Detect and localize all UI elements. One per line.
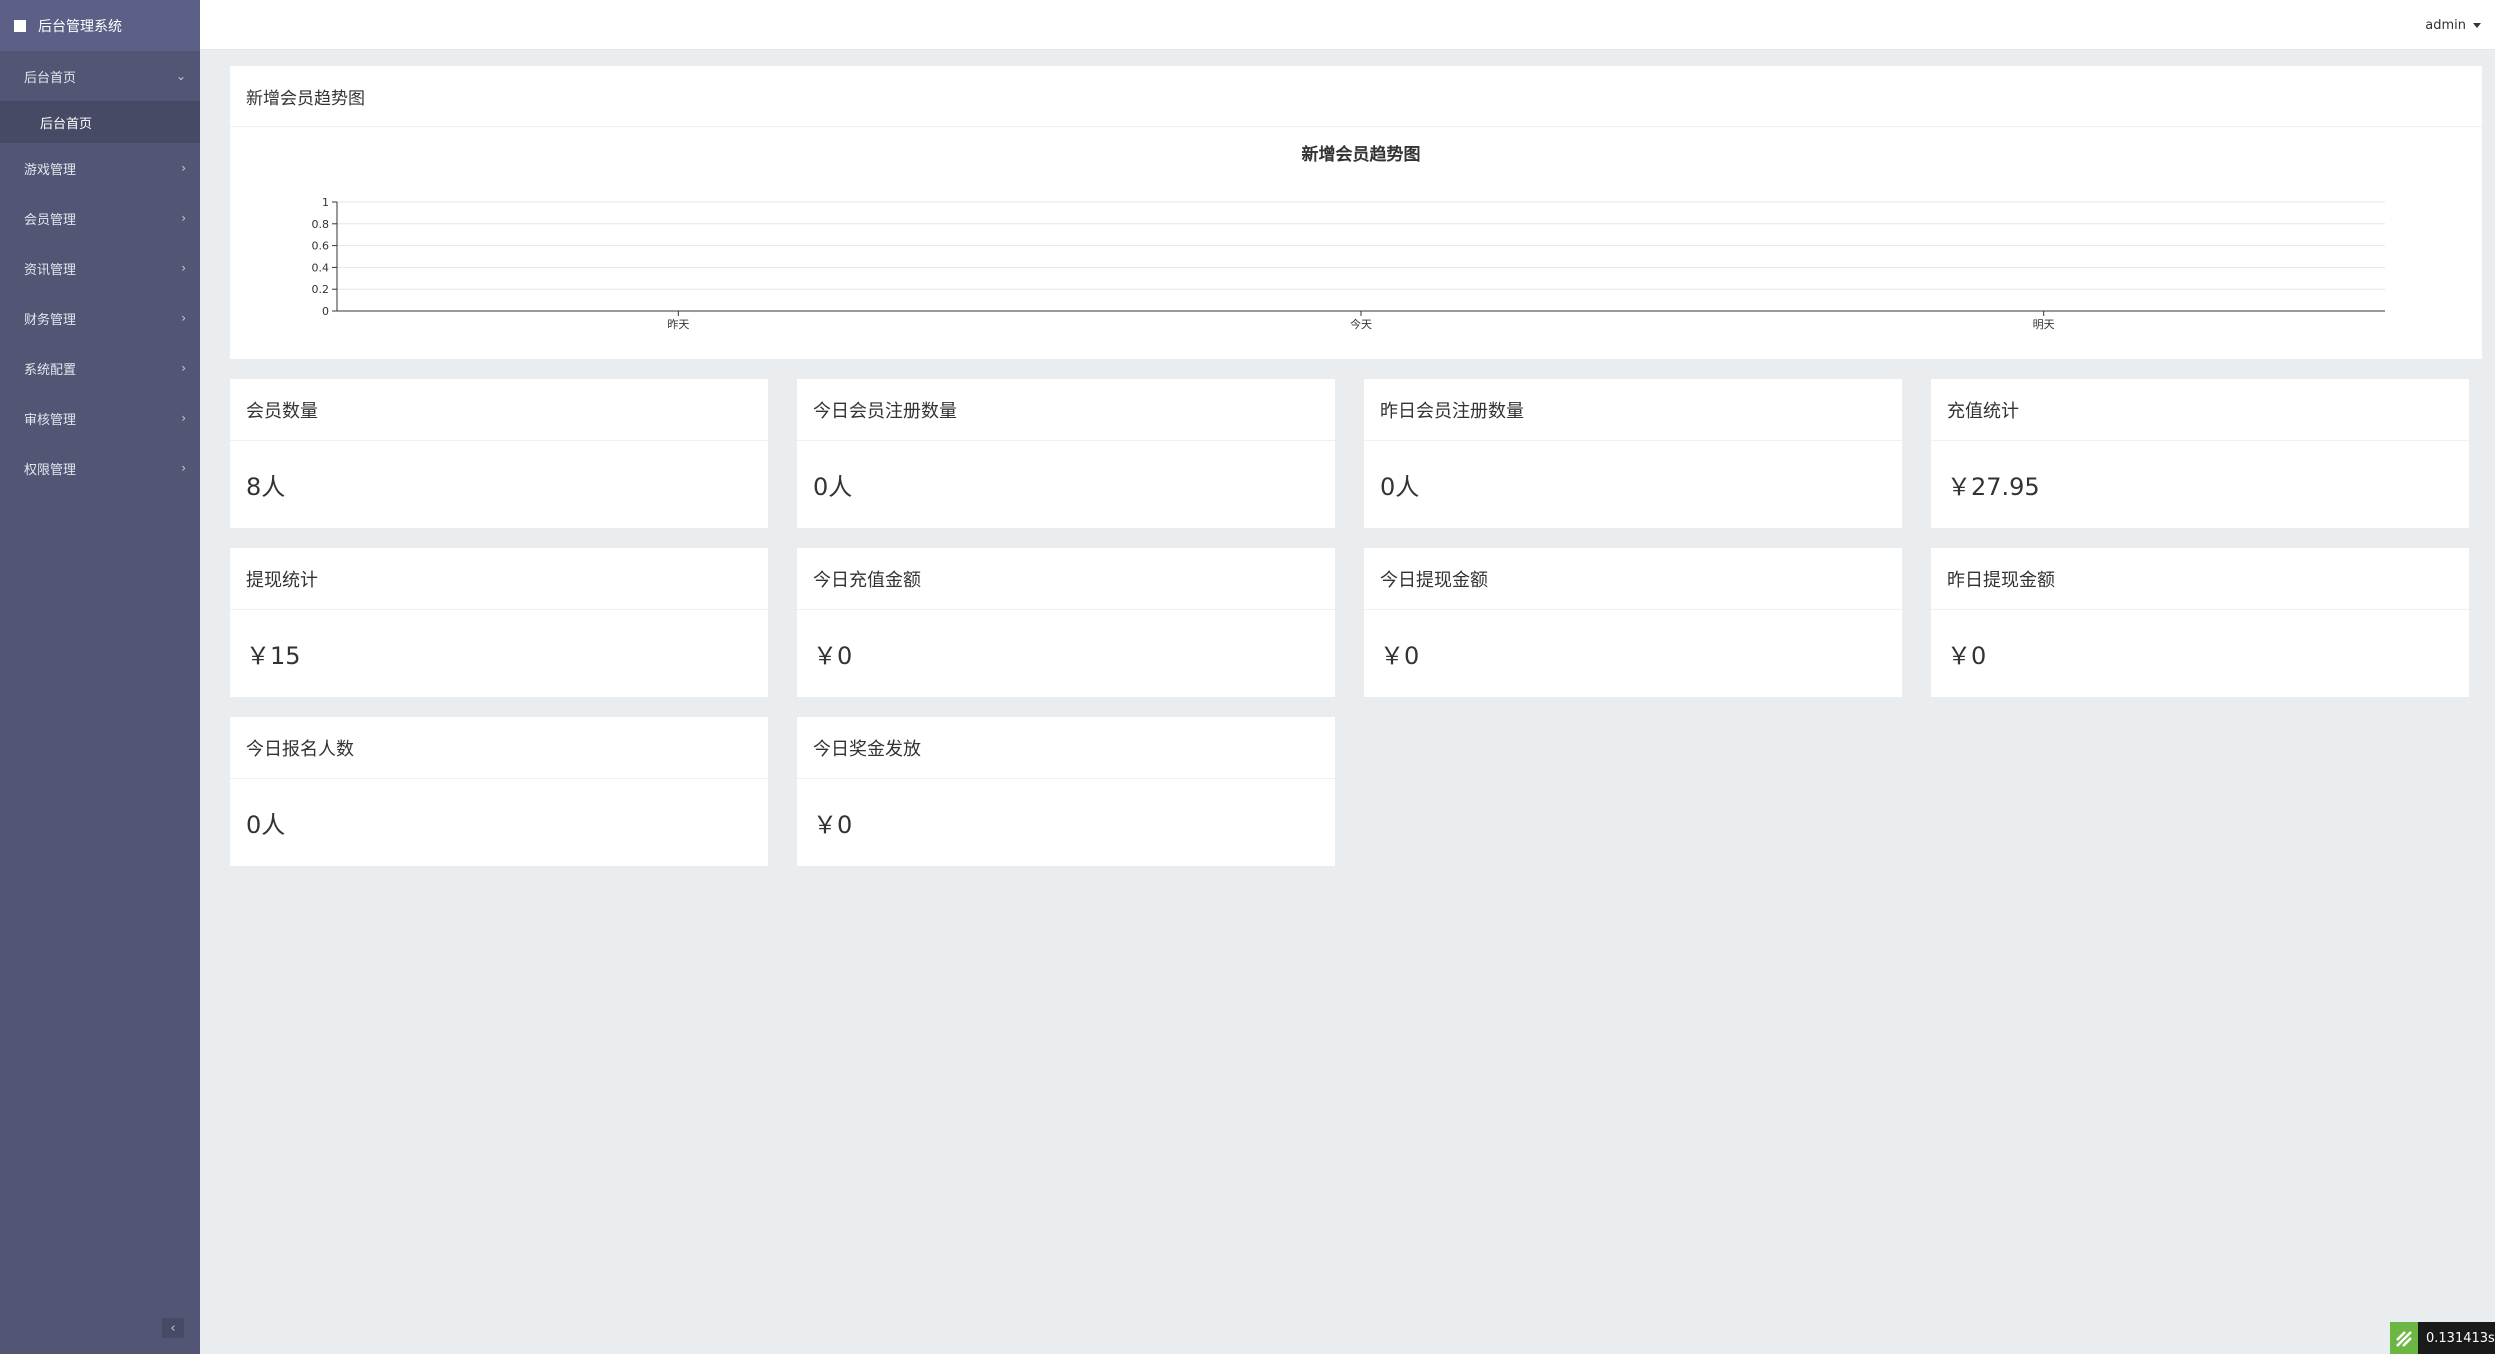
chevron-right-icon: ›: [181, 311, 186, 325]
chevron-down-icon: ⌄: [175, 69, 186, 83]
user-menu[interactable]: admin: [2425, 0, 2481, 50]
chevron-right-icon: ›: [181, 161, 186, 175]
sidebar-item-config[interactable]: 系统配置 ›: [0, 343, 200, 393]
panel-title: 新增会员趋势图: [230, 66, 2482, 127]
chevron-right-icon: ›: [181, 461, 186, 475]
stat-card-title: 今日充值金额: [797, 548, 1335, 610]
x-tick-label: 今天: [1350, 317, 1372, 331]
y-tick-label: 0.2: [312, 283, 330, 296]
sidebar-item-audit[interactable]: 审核管理 ›: [0, 393, 200, 443]
x-tick-label: 明天: [2033, 318, 2055, 331]
stat-card-value: ￥15: [246, 642, 301, 670]
sidebar-item-label: 财务管理: [24, 312, 77, 328]
sidebar-item-label: 后台首页: [24, 70, 77, 86]
data-point: [1360, 310, 1362, 312]
sidebar-item-permissions[interactable]: 权限管理 ›: [0, 443, 200, 493]
sidebar-item-finance[interactable]: 财务管理 ›: [0, 293, 200, 343]
sidebar-item-home[interactable]: 后台首页 ⌄: [0, 51, 200, 101]
stat-card: 提现统计 ￥15: [230, 548, 768, 697]
y-tick-label: 0: [322, 305, 329, 318]
y-tick-label: 1: [322, 196, 329, 209]
stat-card-value: ￥0: [1380, 642, 1420, 670]
chevron-right-icon: ›: [181, 261, 186, 275]
sidebar-item-news[interactable]: 资讯管理 ›: [0, 243, 200, 293]
y-tick-label: 0.8: [312, 218, 330, 231]
stat-card-title: 今日会员注册数量: [797, 379, 1335, 441]
stat-card: 今日奖金发放 ￥0: [797, 717, 1335, 866]
sidebar-item-label: 审核管理: [24, 412, 77, 428]
member-trend-panel: 新增会员趋势图 新增会员趋势图 0 0.2 0.4 0.6 0.8 1 昨天 今天 明天: [230, 66, 2482, 359]
stat-card: 今日会员注册数量 0人: [797, 379, 1335, 528]
data-point: [677, 310, 679, 312]
sidebar-item-members[interactable]: 会员管理 ›: [0, 193, 200, 243]
sidebar-item-label: 资讯管理: [24, 262, 77, 278]
stat-card-title: 今日报名人数: [230, 717, 768, 779]
stat-card: 昨日提现金额 ￥0: [1931, 548, 2469, 697]
member-trend-chart: 新增会员趋势图 0 0.2 0.4 0.6 0.8 1 昨天 今天 明天: [312, 144, 2385, 331]
x-tick-label: 昨天: [667, 318, 689, 331]
sidebar-collapse-button[interactable]: ‹: [162, 1318, 184, 1338]
sidebar-item-label: 会员管理: [24, 212, 77, 228]
stat-card-value: ￥0: [1947, 642, 1987, 670]
stat-card: 今日提现金额 ￥0: [1364, 548, 1902, 697]
stat-card: 充值统计 ￥27.95: [1931, 379, 2469, 528]
chevron-left-icon: ‹: [170, 1320, 176, 1336]
brand[interactable]: 后台管理系统: [0, 0, 200, 51]
sidebar-item-label: 系统配置: [24, 362, 77, 378]
debug-logo-icon: [2390, 1322, 2418, 1354]
stat-card-title: 昨日会员注册数量: [1364, 379, 1902, 441]
stat-card-title: 提现统计: [230, 548, 768, 610]
debug-timer-text: 0.131413s: [2426, 1330, 2495, 1346]
app-title: 后台管理系统: [38, 18, 122, 35]
sidebar-item-label: 游戏管理: [24, 162, 77, 178]
debug-timer-badge[interactable]: 0.131413s: [2390, 1322, 2495, 1354]
stat-card: 今日充值金额 ￥0: [797, 548, 1335, 697]
data-point: [2043, 310, 2045, 312]
sidebar-subitem-home[interactable]: 后台首页: [0, 101, 200, 143]
sidebar-item-label: 权限管理: [24, 462, 77, 478]
chevron-right-icon: ›: [181, 411, 186, 425]
chevron-right-icon: ›: [181, 361, 186, 375]
stat-card-value: ￥0: [813, 811, 853, 839]
caret-down-icon: [2473, 22, 2481, 28]
sidebar-item-games[interactable]: 游戏管理 ›: [0, 143, 200, 193]
stat-card-value: ￥27.95: [1947, 473, 2040, 501]
stat-card-value: 0人: [813, 473, 853, 501]
y-tick-label: 0.4: [312, 261, 330, 274]
stat-card: 会员数量 8人: [230, 379, 768, 528]
stat-card: 今日报名人数 0人: [230, 717, 768, 866]
topbar: admin: [200, 0, 2495, 50]
brand-square-icon: [14, 19, 26, 32]
sidebar-subitem-label: 后台首页: [40, 116, 93, 132]
stat-card-title: 昨日提现金额: [1931, 548, 2469, 610]
stat-card-title: 今日提现金额: [1364, 548, 1902, 610]
y-tick-label: 0.6: [312, 240, 330, 253]
chevron-right-icon: ›: [181, 211, 186, 225]
username: admin: [2425, 17, 2466, 33]
sidebar: 后台管理系统 后台首页 ⌄ 后台首页 游戏管理 › 会员管理 › 资讯管理 › …: [0, 0, 200, 1354]
stat-card-value: ￥0: [813, 642, 853, 670]
stat-card: 昨日会员注册数量 0人: [1364, 379, 1902, 528]
stat-card-value: 0人: [1380, 473, 1420, 501]
stat-card-value: 8人: [246, 473, 286, 501]
stat-card-title: 会员数量: [230, 379, 768, 441]
chart-title: 新增会员趋势图: [1302, 144, 1421, 165]
stat-card-title: 充值统计: [1931, 379, 2469, 441]
stat-card-title: 今日奖金发放: [797, 717, 1335, 779]
stat-card-value: 0人: [246, 811, 286, 839]
